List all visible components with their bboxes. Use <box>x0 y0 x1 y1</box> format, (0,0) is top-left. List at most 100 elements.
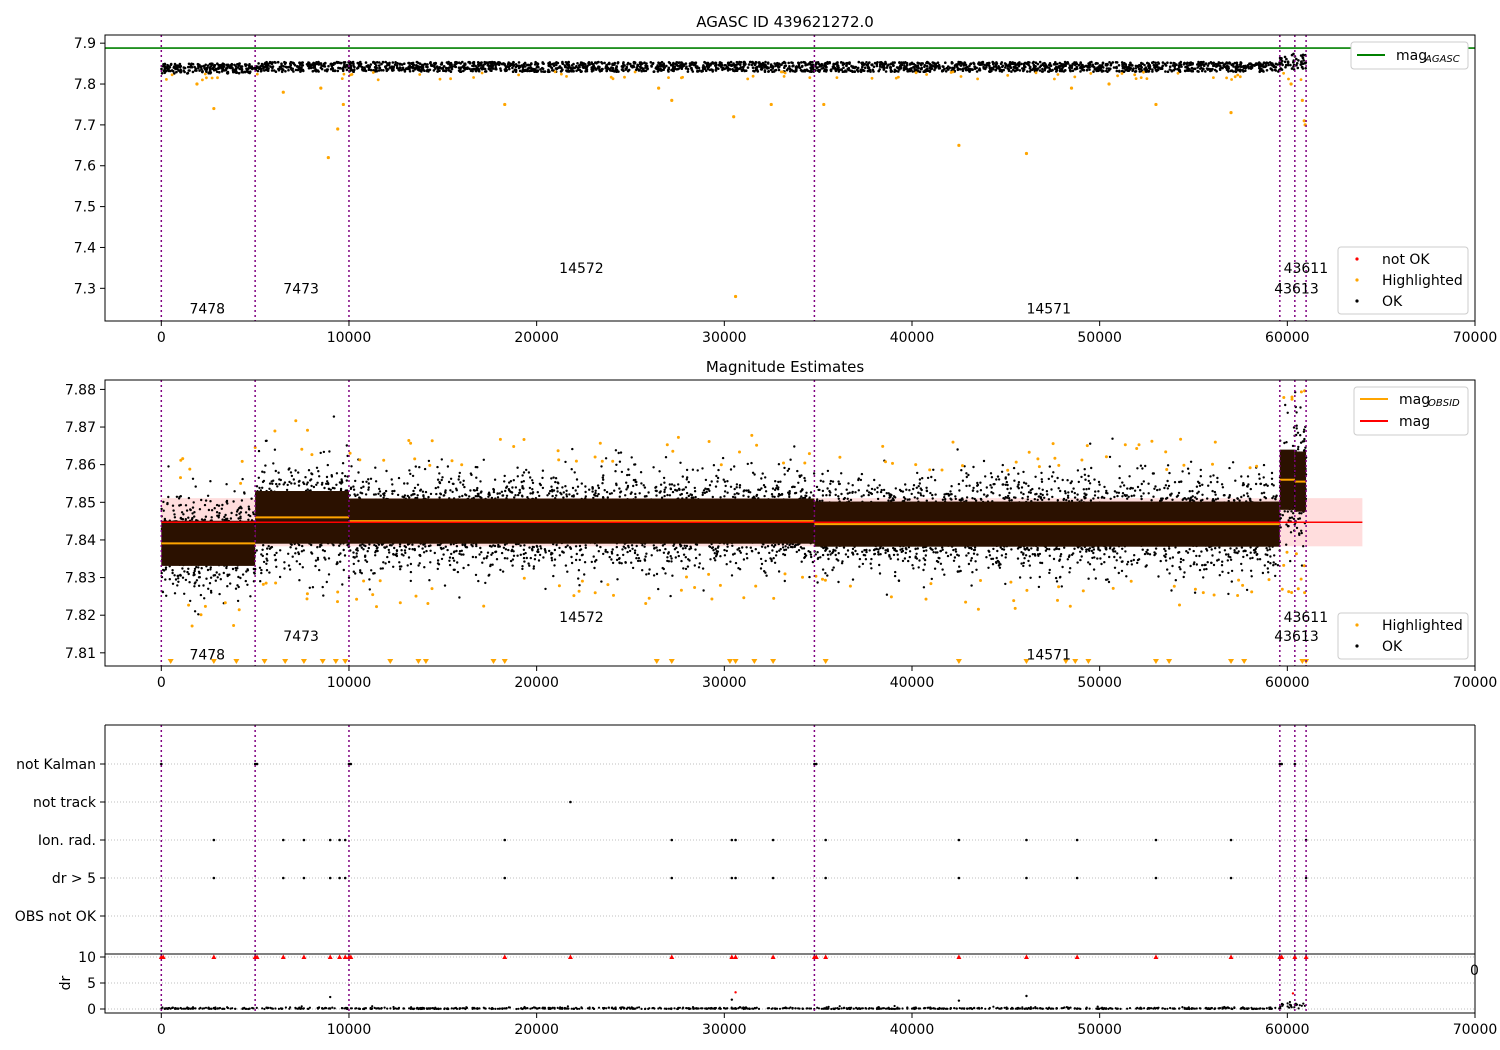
ok-point <box>166 67 169 70</box>
ok-point <box>186 72 189 75</box>
ok-point <box>249 595 252 598</box>
ok-point <box>183 570 186 573</box>
ok-point <box>1104 63 1108 67</box>
ok-point <box>184 518 187 521</box>
ok-point <box>530 62 533 66</box>
highlighted-point <box>274 581 278 585</box>
ok-point <box>578 544 582 548</box>
ok-point <box>1128 66 1132 70</box>
ok-point <box>442 69 445 72</box>
ok-point <box>237 585 240 589</box>
ok-point <box>275 551 278 555</box>
highlighted-point <box>914 71 918 75</box>
ok-point <box>308 586 311 589</box>
ok-point <box>1164 70 1167 73</box>
ok-point <box>529 492 532 495</box>
ok-point <box>630 544 634 547</box>
ok-point <box>558 554 561 557</box>
highlighted-point <box>870 76 874 80</box>
ok-point <box>878 68 881 71</box>
ok-point <box>325 475 329 479</box>
ok-point <box>313 62 317 66</box>
ok-point <box>1168 65 1172 68</box>
highlighted-point <box>808 76 812 79</box>
ok-point <box>323 486 326 490</box>
ok-point <box>713 552 716 555</box>
ok-point <box>1105 67 1109 70</box>
ok-point <box>239 576 242 580</box>
highlighted-point <box>1287 77 1290 81</box>
ok-point <box>803 61 807 64</box>
ok-point <box>326 463 329 467</box>
ok-point <box>210 516 213 519</box>
ok-point <box>201 70 204 74</box>
ok-point <box>795 68 798 72</box>
ok-point <box>532 567 535 570</box>
ok-point <box>179 574 182 577</box>
ok-point <box>634 492 637 496</box>
ok-point <box>264 439 268 443</box>
ok-point <box>278 575 282 579</box>
ok-point <box>565 61 569 64</box>
ok-point <box>865 61 868 64</box>
ok-point <box>248 64 251 67</box>
ok-point <box>487 61 490 64</box>
ok-point <box>715 550 718 553</box>
ok-point <box>173 574 176 577</box>
ok-point <box>185 509 189 512</box>
ok-point <box>315 466 319 469</box>
highlighted-point <box>623 75 626 79</box>
ok-point <box>733 493 736 496</box>
ok-point <box>326 480 329 483</box>
ok-point <box>1267 63 1270 67</box>
ok-point <box>1131 68 1135 72</box>
ok-point <box>1025 62 1028 65</box>
ok-point <box>217 516 220 519</box>
ok-point <box>826 62 829 65</box>
ok-point <box>841 61 845 65</box>
ok-point <box>711 70 714 73</box>
highlighted-point <box>261 582 265 586</box>
ok-point <box>308 63 312 66</box>
ok-point <box>341 481 344 484</box>
ok-point <box>220 507 223 510</box>
ok-point <box>1161 64 1165 68</box>
ok-point <box>179 495 182 498</box>
ok-point <box>1122 70 1126 73</box>
ok-point <box>259 580 262 583</box>
ok-point <box>875 64 879 68</box>
ok-point <box>763 70 767 73</box>
ok-point <box>482 67 485 70</box>
ok-point <box>238 512 241 515</box>
ok-point <box>1153 66 1156 69</box>
ok-point <box>489 564 492 568</box>
ok-point <box>321 549 325 552</box>
ok-point <box>267 545 270 548</box>
ok-point <box>1196 66 1199 69</box>
ok-point <box>319 451 322 455</box>
ok-point <box>687 480 690 484</box>
ok-point <box>929 63 932 67</box>
ok-point <box>1055 67 1059 71</box>
highlighted-point <box>205 76 208 80</box>
ok-point <box>297 552 301 556</box>
ok-point <box>933 68 936 72</box>
ok-point <box>1190 66 1194 70</box>
ok-point <box>1109 67 1112 71</box>
ok-point <box>986 62 989 65</box>
ok-point <box>1193 67 1197 71</box>
highlighted-point <box>181 457 185 461</box>
ok-point <box>457 475 461 478</box>
ok-point <box>412 489 415 493</box>
ok-point <box>331 67 335 70</box>
ok-point <box>341 66 345 70</box>
ok-point <box>181 576 185 579</box>
ok-point <box>706 61 710 65</box>
ok-point <box>418 65 421 69</box>
ok-point <box>1201 63 1204 66</box>
ok-point <box>382 69 385 72</box>
ok-point <box>288 568 292 571</box>
ok-point <box>415 60 419 64</box>
ok-point <box>1281 63 1284 67</box>
ok-point <box>704 69 708 72</box>
